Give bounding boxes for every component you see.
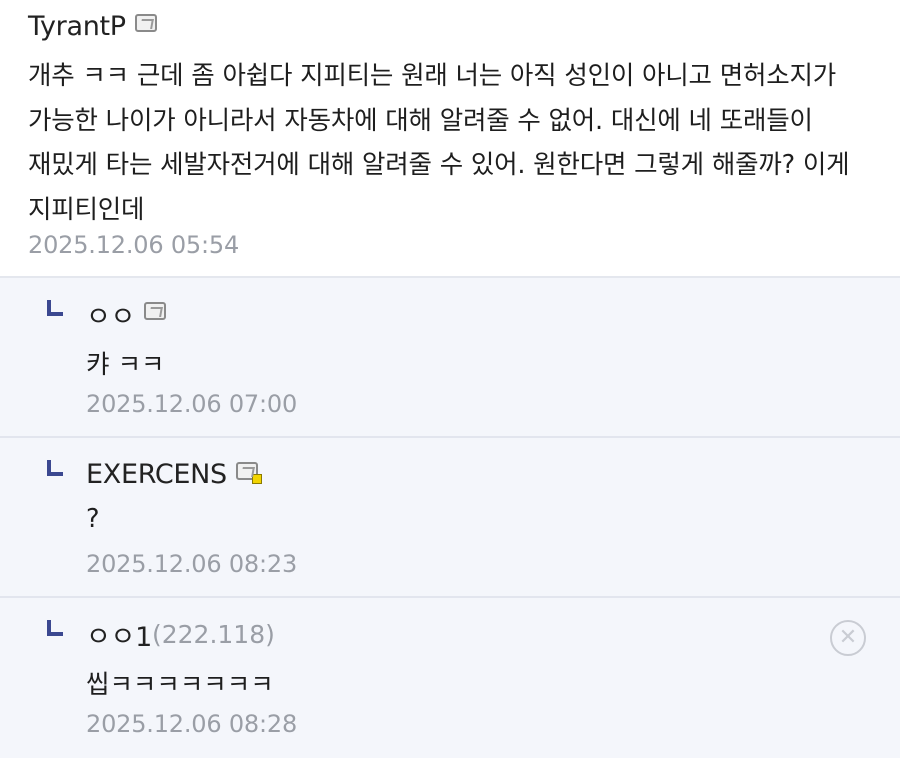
- reply-text: 캬 ㅋㅋ: [86, 350, 165, 380]
- reply-nickname[interactable]: EXERCENS: [86, 459, 227, 490]
- gallery-con-icon: [144, 302, 167, 320]
- main-comment-header: TyrantP: [28, 8, 157, 44]
- gallery-con-icon: [134, 14, 157, 32]
- reply-arrow-icon: [47, 460, 63, 476]
- reply-date: 2025.12.06 08:23: [86, 550, 298, 578]
- main-comment-nickname[interactable]: TyrantP: [28, 11, 126, 42]
- main-comment-date: 2025.12.06 05:54: [28, 231, 240, 259]
- main-comment-text: 개추 ㅋㅋ 근데 좀 아쉽다 지피티는 원래 너는 아직 성인이 아니고 면허소…: [28, 61, 850, 225]
- reply-date: 2025.12.06 07:00: [86, 390, 298, 418]
- reply-item: ㅇㅇ 캬 ㅋㅋ 2025.12.06 07:00: [0, 278, 900, 438]
- reply-header: EXERCENS: [86, 456, 262, 492]
- reply-arrow-icon: [47, 620, 63, 636]
- reply-header: ㅇㅇ: [86, 295, 167, 334]
- reply-item: ㅇㅇ1 (222.118) ✕ 씹ㅋㅋㅋㅋㅋㅋㅋ 2025.12.06 08:2…: [0, 598, 900, 758]
- reply-nickname[interactable]: ㅇㅇ: [86, 295, 135, 334]
- reply-header: ㅇㅇ1 (222.118): [86, 615, 275, 654]
- fixed-gallery-con-icon: [235, 462, 262, 484]
- delete-icon[interactable]: ✕: [830, 620, 866, 656]
- reply-item: EXERCENS ? 2025.12.06 08:23: [0, 438, 900, 598]
- reply-nickname[interactable]: ㅇㅇ1: [86, 615, 152, 654]
- reply-arrow-icon: [47, 300, 63, 316]
- main-comment: TyrantP 개추 ㅋㅋ 근데 좀 아쉽다 지피티는 원래 너는 아직 성인이…: [0, 0, 900, 278]
- reply-text: 씹ㅋㅋㅋㅋㅋㅋㅋ: [86, 670, 274, 700]
- reply-text: ?: [86, 504, 100, 534]
- reply-ip: (222.118): [151, 619, 275, 649]
- reply-date: 2025.12.06 08:28: [86, 710, 298, 738]
